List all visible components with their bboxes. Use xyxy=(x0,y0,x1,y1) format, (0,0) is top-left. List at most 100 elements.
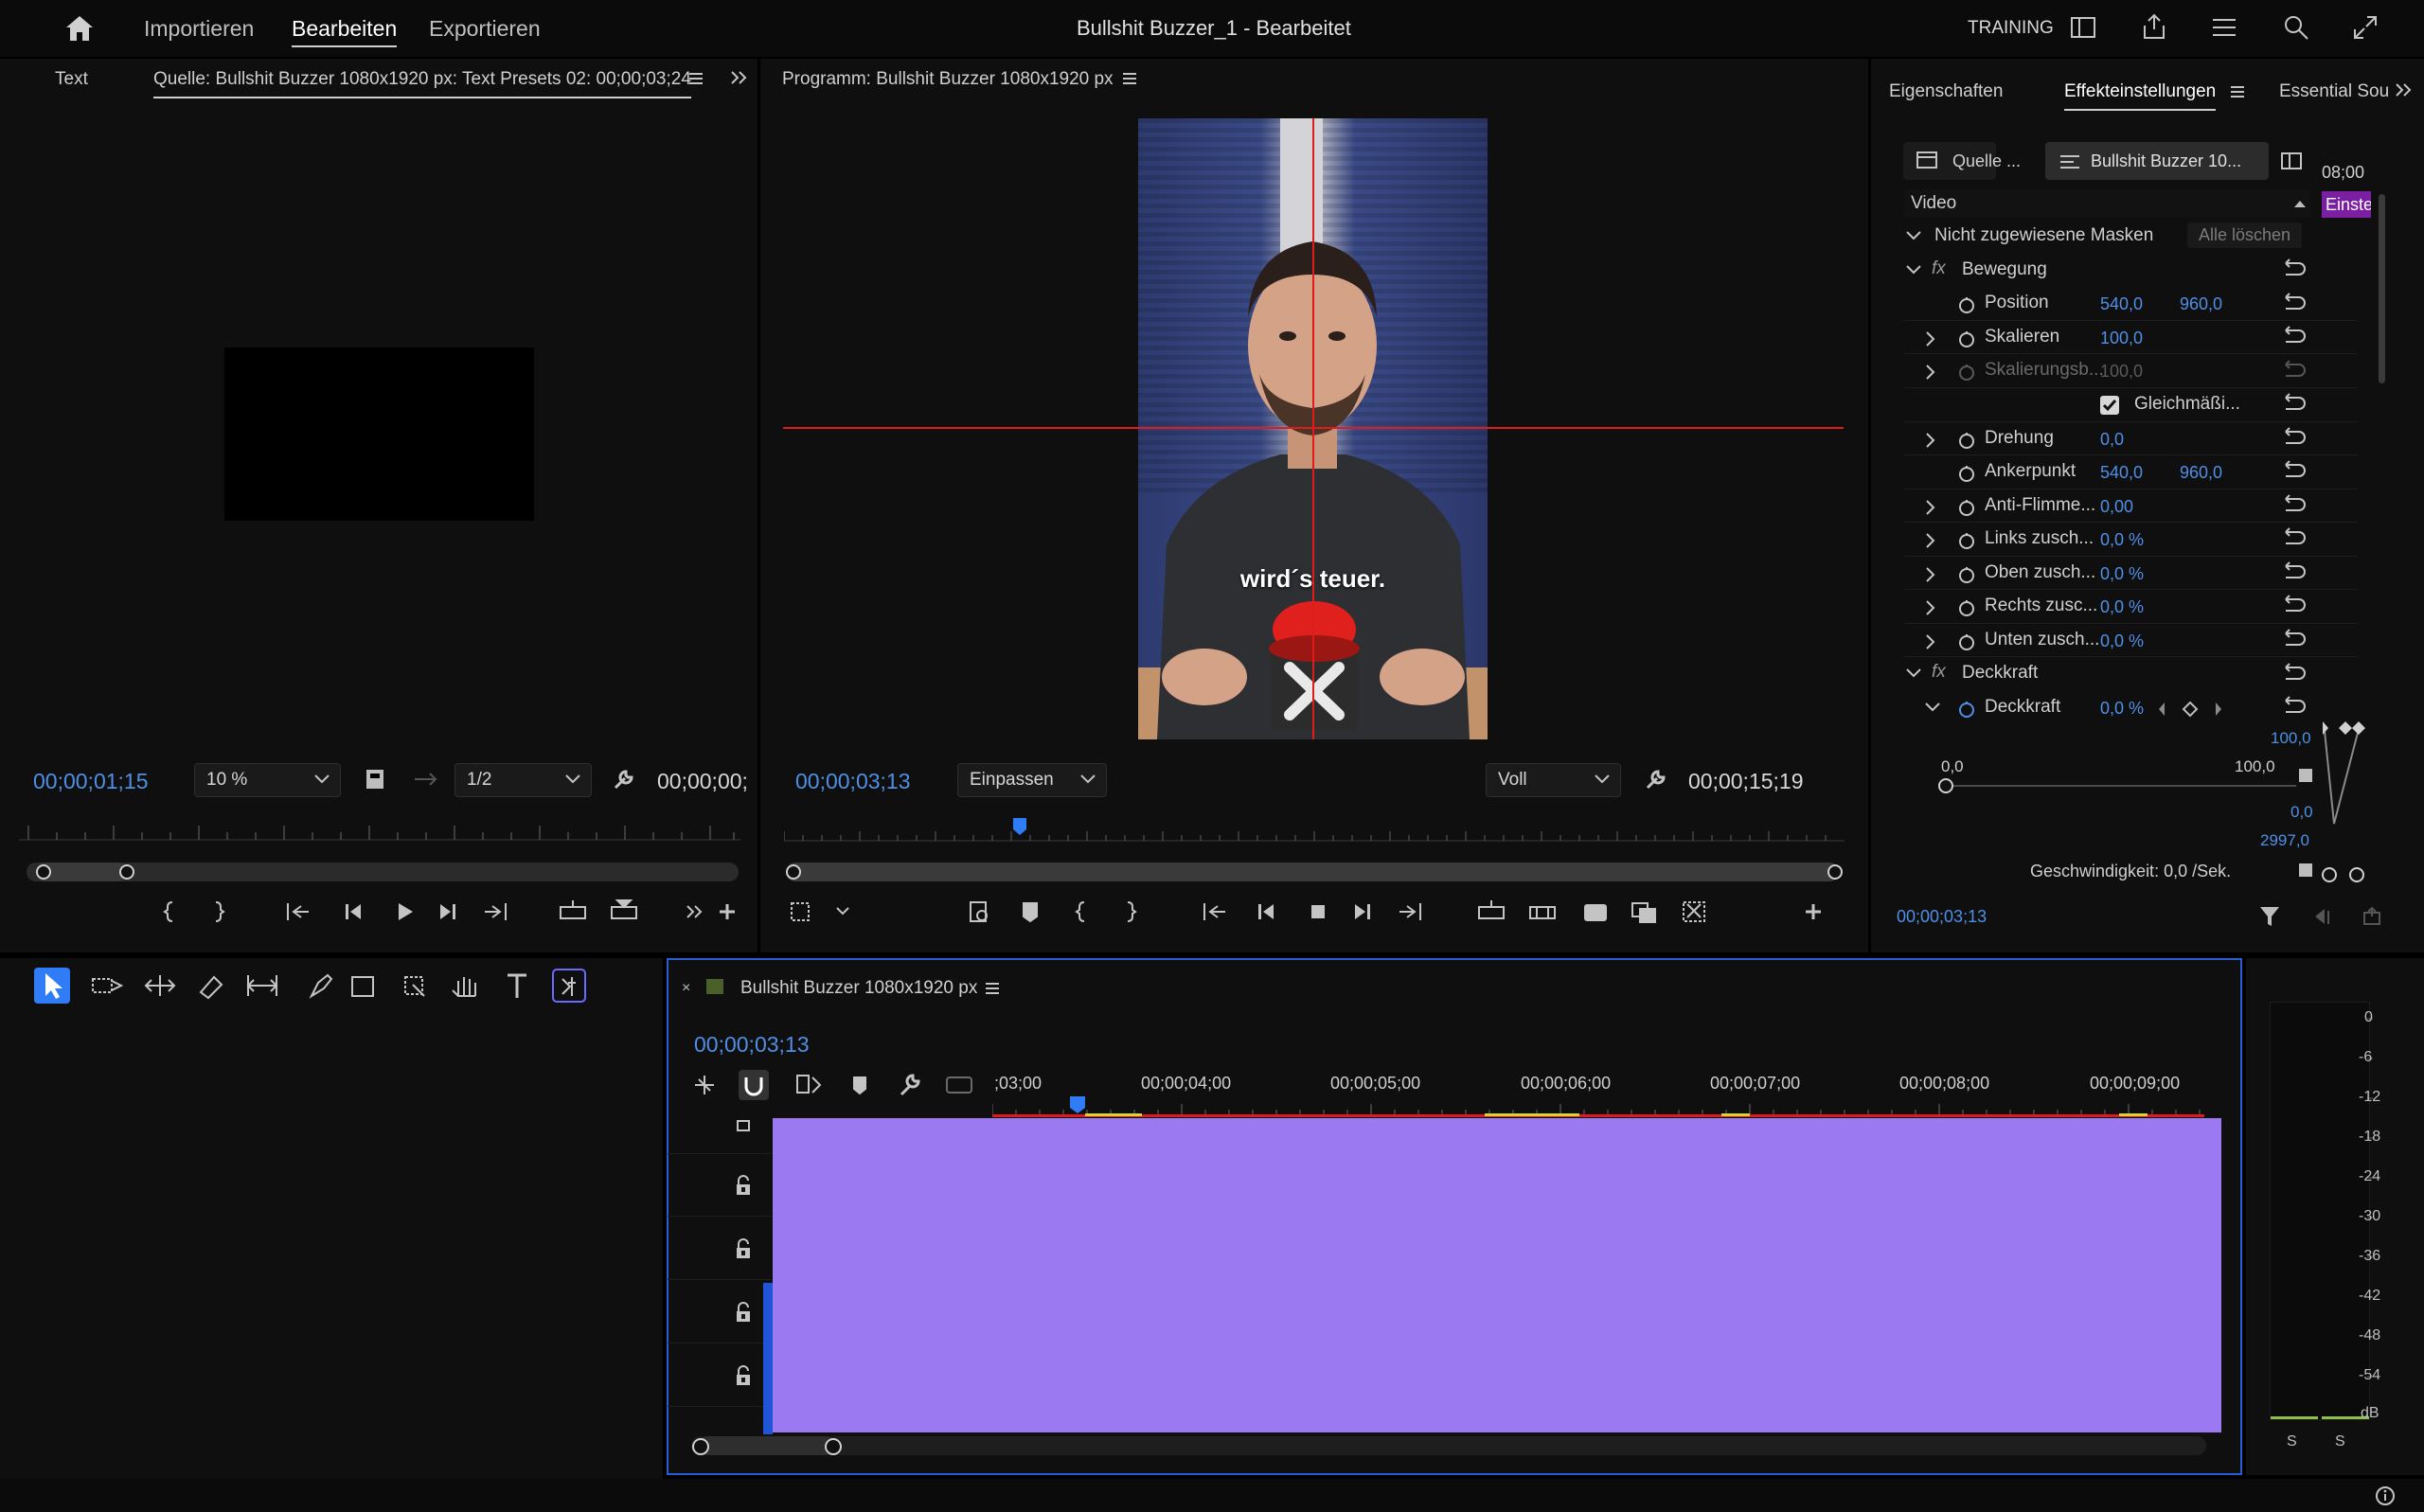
mini-clip-bar[interactable]: Einste xyxy=(2322,191,2371,218)
track-header[interactable] xyxy=(668,1153,772,1217)
chevron-down-icon[interactable] xyxy=(1905,263,1922,276)
chevron-right-icon[interactable] xyxy=(1924,566,1937,583)
timeline-playhead[interactable] xyxy=(1070,1096,1085,1113)
program-quality-dropdown[interactable]: Voll xyxy=(1486,763,1621,797)
scroll-handle-left[interactable] xyxy=(786,864,801,880)
timeline-timecode[interactable]: 00;00;03;13 xyxy=(694,1032,810,1058)
solo-right-button[interactable]: S xyxy=(2335,1433,2345,1450)
timeline-scroll-thumb[interactable] xyxy=(699,1436,835,1455)
tab-text[interactable]: Text xyxy=(55,69,88,90)
program-timecode[interactable]: 00;00;03;13 xyxy=(795,769,911,794)
fullscreen-icon[interactable] xyxy=(2352,14,2379,41)
lock-icon[interactable] xyxy=(734,1119,753,1132)
crop-bottom-value[interactable]: 0,0 % xyxy=(2100,631,2144,651)
program-tab[interactable]: Programm: Bullshit Buzzer 1080x1920 px xyxy=(782,69,1114,90)
chevron-right-icon[interactable] xyxy=(1924,633,1937,650)
workspace-label[interactable]: TRAINING xyxy=(1968,18,2054,39)
wrench-icon[interactable] xyxy=(613,768,635,791)
crop-right-value[interactable]: 0,0 % xyxy=(2100,597,2144,617)
scroll-handle-right[interactable] xyxy=(119,864,134,880)
track-header[interactable] xyxy=(668,1119,772,1154)
keyframe-navigator[interactable] xyxy=(2157,700,2223,719)
rotation-value[interactable]: 0,0 xyxy=(2100,430,2124,450)
wrench-icon[interactable] xyxy=(1645,768,1667,791)
source-resolution-dropdown[interactable]: 1/2 xyxy=(454,763,592,797)
program-zoom-scrollbar[interactable] xyxy=(786,863,1839,881)
settings-film-icon[interactable] xyxy=(365,768,385,791)
chevron-down-icon[interactable] xyxy=(1924,701,1941,714)
sequence-clip-button[interactable]: Bullshit Buzzer 10... xyxy=(2045,142,2269,180)
panel-menu-icon[interactable] xyxy=(985,981,1000,996)
tab-effect-controls[interactable]: Effekteinstellungen xyxy=(2064,81,2217,111)
chevron-down-icon[interactable] xyxy=(1905,229,1922,242)
stopwatch-icon[interactable] xyxy=(1957,598,1976,617)
timeline-clip-area[interactable] xyxy=(773,1118,2221,1432)
panel-menu-icon[interactable] xyxy=(688,71,704,86)
share-icon[interactable] xyxy=(2140,12,2168,41)
program-time-ruler[interactable] xyxy=(784,818,1845,843)
chevron-down-icon[interactable] xyxy=(1905,667,1922,680)
fx-opacity-row[interactable]: fx Deckkraft xyxy=(1903,657,2329,691)
scroll-handle-right[interactable] xyxy=(825,1438,842,1455)
source-clip-button[interactable]: Quelle ... xyxy=(1903,142,2021,180)
info-icon[interactable] xyxy=(2375,1485,2396,1506)
crop-top-value[interactable]: 0,0 % xyxy=(2100,564,2144,584)
nav-edit[interactable]: Bearbeiten xyxy=(292,16,398,47)
effect-scrollbar[interactable] xyxy=(2379,194,2385,383)
workspace-panel-icon[interactable] xyxy=(2070,15,2096,40)
stopwatch-icon[interactable] xyxy=(1957,295,1976,314)
program-playhead[interactable] xyxy=(1013,818,1026,835)
anchor-x-value[interactable]: 540,0 xyxy=(2100,463,2143,483)
home-icon[interactable] xyxy=(64,14,95,43)
source-time-ruler[interactable] xyxy=(19,820,740,841)
clear-all-masks-button[interactable]: Alle löschen xyxy=(2187,222,2303,248)
lock-icon[interactable] xyxy=(734,1301,753,1324)
nav-import[interactable]: Importieren xyxy=(144,16,254,42)
lock-icon[interactable] xyxy=(734,1237,753,1260)
more-panels-icon[interactable] xyxy=(729,69,748,86)
search-sparkle-icon[interactable] xyxy=(2282,13,2310,42)
tab-source[interactable]: Quelle: Bullshit Buzzer 1080x1920 px: Te… xyxy=(153,69,691,98)
position-y-value[interactable]: 960,0 xyxy=(2180,294,2222,314)
track-header[interactable] xyxy=(668,1280,772,1343)
program-fit-dropdown[interactable]: Einpassen xyxy=(957,763,1107,797)
chevron-right-icon[interactable] xyxy=(1924,599,1937,616)
lock-icon[interactable] xyxy=(734,1174,753,1197)
stopwatch-icon[interactable] xyxy=(1957,498,1976,517)
quick-actions-icon[interactable] xyxy=(2210,14,2238,41)
stopwatch-icon[interactable] xyxy=(1957,464,1976,483)
track-header[interactable] xyxy=(668,1217,772,1280)
scroll-handle-right[interactable] xyxy=(1827,864,1843,880)
antiflicker-value[interactable]: 0,00 xyxy=(2100,497,2133,517)
source-zoom-dropdown[interactable]: 10 % xyxy=(194,763,341,797)
sequence-tab[interactable]: Bullshit Buzzer 1080x1920 px xyxy=(740,978,977,999)
stopwatch-icon[interactable] xyxy=(1957,531,1976,550)
chevron-right-icon[interactable] xyxy=(1924,499,1937,516)
chevron-right-icon[interactable] xyxy=(1924,432,1937,449)
panel-menu-icon[interactable] xyxy=(1122,71,1137,86)
lock-icon[interactable] xyxy=(734,1364,753,1387)
opacity-graph[interactable] xyxy=(1936,720,2372,890)
scroll-handle-left[interactable] xyxy=(36,864,51,880)
track-header[interactable] xyxy=(668,1343,772,1407)
anchor-y-value[interactable]: 960,0 xyxy=(2180,463,2222,483)
crop-left-value[interactable]: 0,0 % xyxy=(2100,530,2144,550)
stopwatch-icon[interactable] xyxy=(1957,632,1976,651)
solo-left-button[interactable]: S xyxy=(2287,1433,2297,1450)
timeline-scrollbar[interactable] xyxy=(691,1436,2206,1455)
tab-properties[interactable]: Eigenschaften xyxy=(1889,81,2003,102)
panel-menu-icon[interactable] xyxy=(2230,84,2245,99)
vertical-guide[interactable] xyxy=(1312,118,1314,739)
stopwatch-icon[interactable] xyxy=(1957,329,1976,348)
effect-footer-timecode[interactable]: 00;00;03;13 xyxy=(1897,907,1987,927)
scroll-handle-left[interactable] xyxy=(692,1438,709,1455)
collapse-up-icon[interactable] xyxy=(2293,199,2307,208)
uniform-scale-checkbox[interactable] xyxy=(2100,396,2119,415)
more-panels-icon[interactable] xyxy=(2394,81,2413,98)
track-target-indicator[interactable] xyxy=(763,1283,773,1434)
source-timecode[interactable]: 00;00;01;15 xyxy=(33,769,149,794)
tab-essential-sound[interactable]: Essential Sou xyxy=(2279,81,2400,102)
chevron-right-icon[interactable] xyxy=(1924,330,1937,347)
chevron-right-icon[interactable] xyxy=(1924,532,1937,549)
stopwatch-active-icon[interactable] xyxy=(1957,700,1976,719)
